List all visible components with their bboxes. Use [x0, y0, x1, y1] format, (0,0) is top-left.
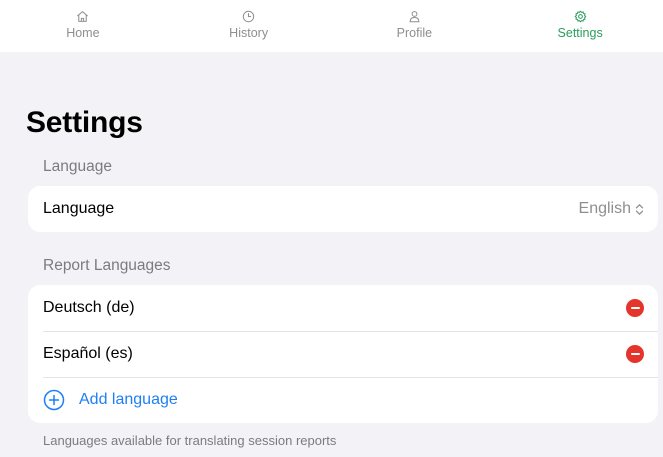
- report-language-label: Español (es): [43, 345, 133, 362]
- report-language-label: Deutsch (de): [43, 299, 135, 316]
- tab-profile-label: Profile: [396, 26, 433, 40]
- tab-home-label: Home: [66, 26, 100, 40]
- add-language-button[interactable]: Add language: [28, 377, 658, 423]
- tab-settings-label: Settings: [557, 26, 603, 40]
- gear-icon: [574, 10, 586, 23]
- tab-history[interactable]: History: [166, 0, 332, 52]
- tab-bar: Home History Profile Settings: [0, 0, 663, 52]
- list-item: Español (es): [28, 331, 658, 377]
- tab-profile[interactable]: Profile: [332, 0, 498, 52]
- person-icon: [409, 11, 420, 23]
- tab-history-label: History: [229, 26, 269, 40]
- remove-language-button[interactable]: [626, 345, 644, 363]
- language-row[interactable]: Language English: [28, 186, 658, 232]
- report-languages-card: Deutsch (de) Español (es) Add language: [28, 285, 658, 423]
- language-picker-value: English: [578, 200, 631, 217]
- remove-language-button[interactable]: [626, 299, 644, 317]
- chevron-up-down-icon: [635, 203, 644, 215]
- list-item: Deutsch (de): [28, 285, 658, 331]
- page-title: Settings: [26, 106, 143, 139]
- plus-circle-icon: [43, 389, 65, 411]
- report-languages-section-header: Report Languages: [43, 257, 171, 274]
- language-card: Language English: [28, 186, 658, 232]
- add-language-label: Add language: [79, 391, 178, 408]
- clock-icon: [242, 10, 255, 23]
- report-languages-footer: Languages available for translating sess…: [43, 433, 337, 448]
- tab-home[interactable]: Home: [0, 0, 166, 52]
- tab-settings[interactable]: Settings: [497, 0, 663, 52]
- language-section-header: Language: [43, 158, 112, 175]
- language-picker[interactable]: English: [579, 200, 644, 218]
- home-icon: [77, 11, 89, 22]
- language-row-label: Language: [43, 200, 115, 217]
